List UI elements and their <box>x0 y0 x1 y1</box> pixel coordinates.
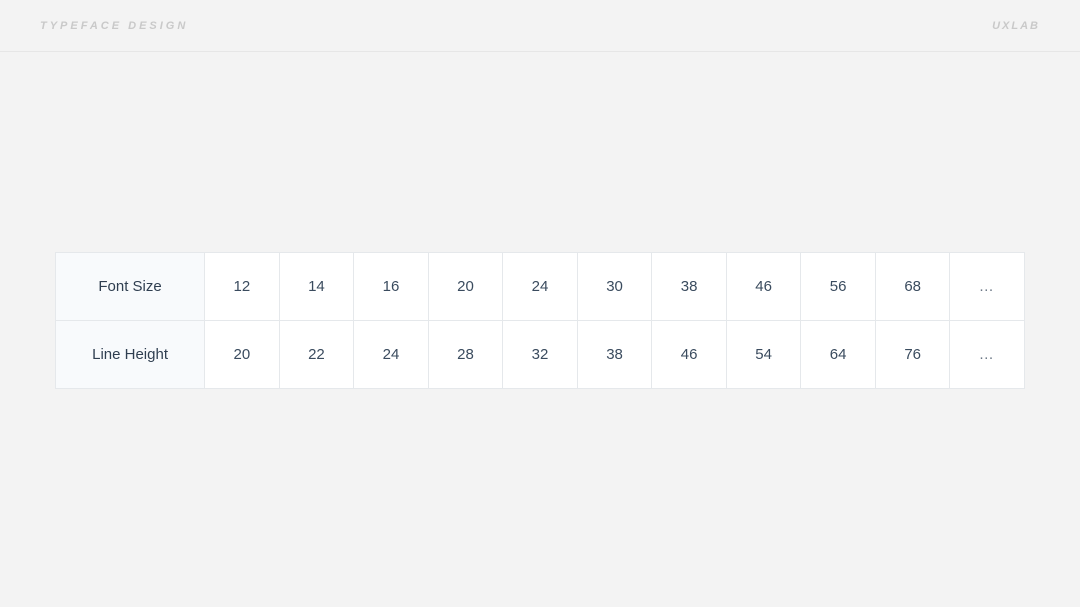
line-height-value: 24 <box>354 321 429 389</box>
font-size-value: 30 <box>577 253 652 321</box>
line-height-value: 76 <box>875 321 950 389</box>
line-height-value: 22 <box>279 321 354 389</box>
line-height-value: 28 <box>428 321 503 389</box>
line-height-value: 38 <box>577 321 652 389</box>
font-size-value: 38 <box>652 253 727 321</box>
line-height-value: 20 <box>205 321 280 389</box>
font-size-value: 20 <box>428 253 503 321</box>
line-height-value: 46 <box>652 321 727 389</box>
font-size-value: 12 <box>205 253 280 321</box>
line-height-value: 54 <box>726 321 801 389</box>
table-row: Line Height 20 22 24 28 32 38 46 54 64 7… <box>56 321 1025 389</box>
font-size-value: 68 <box>875 253 950 321</box>
font-size-value: 46 <box>726 253 801 321</box>
font-size-value: 24 <box>503 253 578 321</box>
font-size-value: 56 <box>801 253 876 321</box>
ellipsis-icon: … <box>950 253 1025 321</box>
ellipsis-icon: … <box>950 321 1025 389</box>
font-size-value: 14 <box>279 253 354 321</box>
table-row: Font Size 12 14 16 20 24 30 38 46 56 68 … <box>56 253 1025 321</box>
header: TYPEFACE DESIGN UXLAB <box>0 0 1080 52</box>
line-height-value: 32 <box>503 321 578 389</box>
row-header-line-height: Line Height <box>56 321 205 389</box>
typography-scale-table: Font Size 12 14 16 20 24 30 38 46 56 68 … <box>55 252 1025 389</box>
header-title-left: TYPEFACE DESIGN <box>40 20 188 32</box>
font-size-value: 16 <box>354 253 429 321</box>
header-title-right: UXLAB <box>992 20 1040 32</box>
content-area: Font Size 12 14 16 20 24 30 38 46 56 68 … <box>0 52 1080 389</box>
row-header-font-size: Font Size <box>56 253 205 321</box>
line-height-value: 64 <box>801 321 876 389</box>
